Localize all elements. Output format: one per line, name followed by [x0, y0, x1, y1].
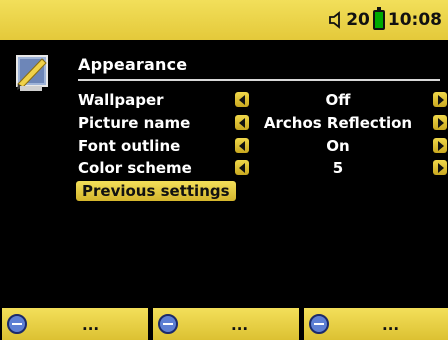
setting-label: Wallpaper	[78, 91, 164, 109]
setting-value: On	[326, 137, 350, 155]
title-divider	[78, 79, 440, 81]
setting-row-picture-name[interactable]: Picture name Archos Reflection	[78, 112, 447, 134]
softkey-bar: ... ... ...	[0, 308, 448, 340]
battery-icon	[372, 7, 385, 30]
setting-label: Picture name	[78, 114, 191, 132]
status-indicators: 20 10:08	[329, 7, 442, 31]
setting-row-color-scheme[interactable]: Color scheme 5	[78, 157, 447, 179]
softkey-label: ...	[231, 316, 249, 334]
setting-value: Archos Reflection	[263, 114, 413, 132]
minus-circle-icon	[7, 314, 27, 334]
appearance-settings-icon	[16, 55, 50, 93]
softkey-2[interactable]: ...	[153, 308, 299, 340]
softkey-3[interactable]: ...	[304, 308, 448, 340]
setting-row-wallpaper[interactable]: Wallpaper Off	[78, 89, 447, 111]
status-bar: 20 10:08	[0, 0, 448, 40]
setting-value: Off	[325, 91, 351, 109]
arrow-right-icon[interactable]	[433, 115, 447, 130]
setting-label: Color scheme	[78, 159, 192, 177]
arrow-left-icon[interactable]	[235, 138, 249, 153]
softkey-1[interactable]: ...	[2, 308, 148, 340]
arrow-left-icon[interactable]	[235, 160, 249, 175]
arrow-left-icon[interactable]	[235, 92, 249, 107]
minus-circle-icon	[158, 314, 178, 334]
arrow-left-icon[interactable]	[235, 115, 249, 130]
volume-level: 20	[346, 10, 370, 30]
softkey-label: ...	[82, 316, 100, 334]
setting-value: 5	[332, 159, 344, 177]
previous-settings-button[interactable]: Previous settings	[76, 181, 236, 201]
setting-row-font-outline[interactable]: Font outline On	[78, 135, 447, 157]
arrow-right-icon[interactable]	[433, 160, 447, 175]
softkey-label: ...	[382, 316, 400, 334]
speaker-icon	[329, 11, 343, 29]
minus-circle-icon	[309, 314, 329, 334]
setting-label: Font outline	[78, 137, 181, 155]
arrow-right-icon[interactable]	[433, 92, 447, 107]
arrow-right-icon[interactable]	[433, 138, 447, 153]
clock-time: 10:08	[387, 10, 442, 30]
page-title: Appearance	[78, 55, 188, 74]
